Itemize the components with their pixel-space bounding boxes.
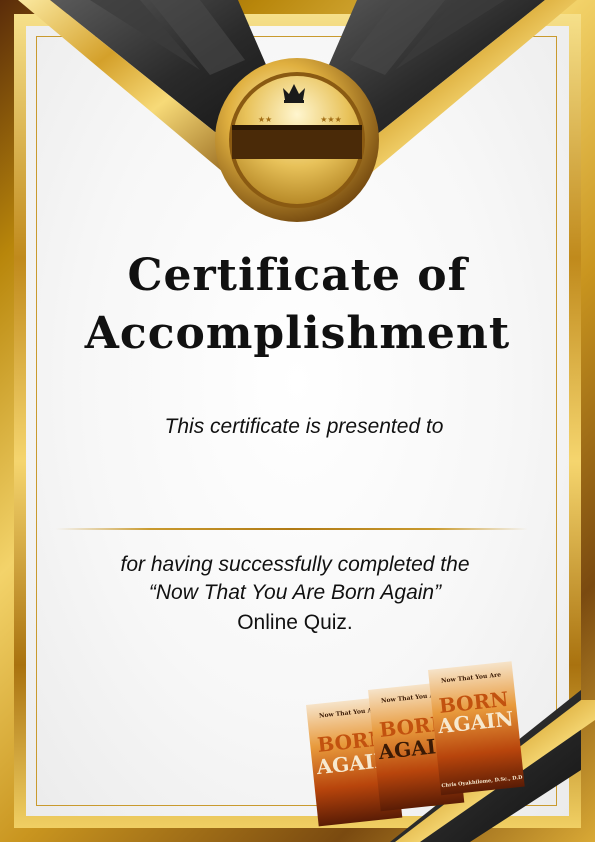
medal-emblem: ★★ ★★★ <box>215 58 379 222</box>
completion-text-line-1: for having successfully completed the <box>120 553 470 576</box>
completion-text-line-2: “Now That You Are Born Again” <box>148 581 442 604</box>
book-cover: Now That You Are BORN AGAIN Chris Oyakhi… <box>428 661 525 796</box>
star-icon: ★★★ <box>320 115 342 124</box>
presented-to-text: This certificate is presented to <box>164 415 444 438</box>
certificate: ★★ ★★★ Now That You Are BORN AGAIN Now T… <box>0 0 595 842</box>
certificate-title-line-2: Accomplishment <box>84 308 511 359</box>
star-icon: ★★ <box>258 115 272 124</box>
certificate-title-line-1: Certificate of <box>127 250 468 301</box>
completion-text-line-3: Online Quiz. <box>237 611 353 634</box>
recipient-name-line <box>56 528 528 530</box>
